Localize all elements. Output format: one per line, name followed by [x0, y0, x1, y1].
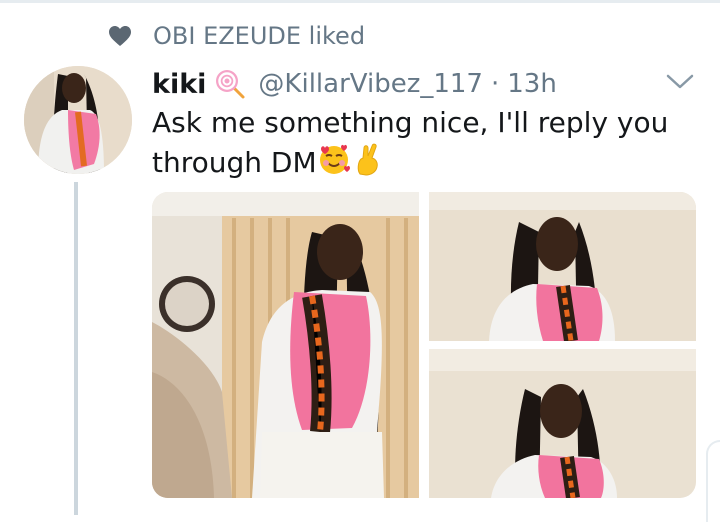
avatar[interactable] — [24, 66, 132, 174]
separator-dot: · — [490, 69, 500, 99]
user-handle[interactable]: @KillarVibez_117 — [258, 69, 483, 99]
floating-button-edge — [706, 440, 720, 522]
media-grid — [152, 192, 696, 498]
social-context-text: OBI EZEUDE liked — [153, 22, 366, 50]
tweet-header: kiki @KillarVibez_117 · 13h — [152, 64, 557, 104]
tweet-time[interactable]: 13h — [507, 69, 557, 99]
tweet-text-line-2: through DM — [152, 142, 692, 182]
chevron-down-icon[interactable] — [664, 68, 696, 94]
smiling-face-with-hearts-icon — [317, 142, 351, 176]
photo-2[interactable] — [429, 192, 696, 341]
display-name[interactable]: kiki — [152, 69, 206, 100]
heart-icon — [106, 22, 134, 50]
photo-3[interactable] — [429, 349, 696, 498]
social-context[interactable]: OBI EZEUDE liked — [106, 20, 365, 52]
tweet-text: Ask me something nice, I'll reply you th… — [152, 104, 692, 182]
photo-1[interactable] — [152, 192, 419, 498]
tweet-text-line-1: Ask me something nice, I'll reply you — [152, 106, 669, 139]
thread-line — [74, 182, 78, 515]
crossed-fingers-icon — [351, 142, 385, 176]
lollipop-icon — [214, 68, 246, 100]
top-divider — [0, 0, 720, 3]
tweet-text-line-2-text: through DM — [152, 146, 317, 179]
